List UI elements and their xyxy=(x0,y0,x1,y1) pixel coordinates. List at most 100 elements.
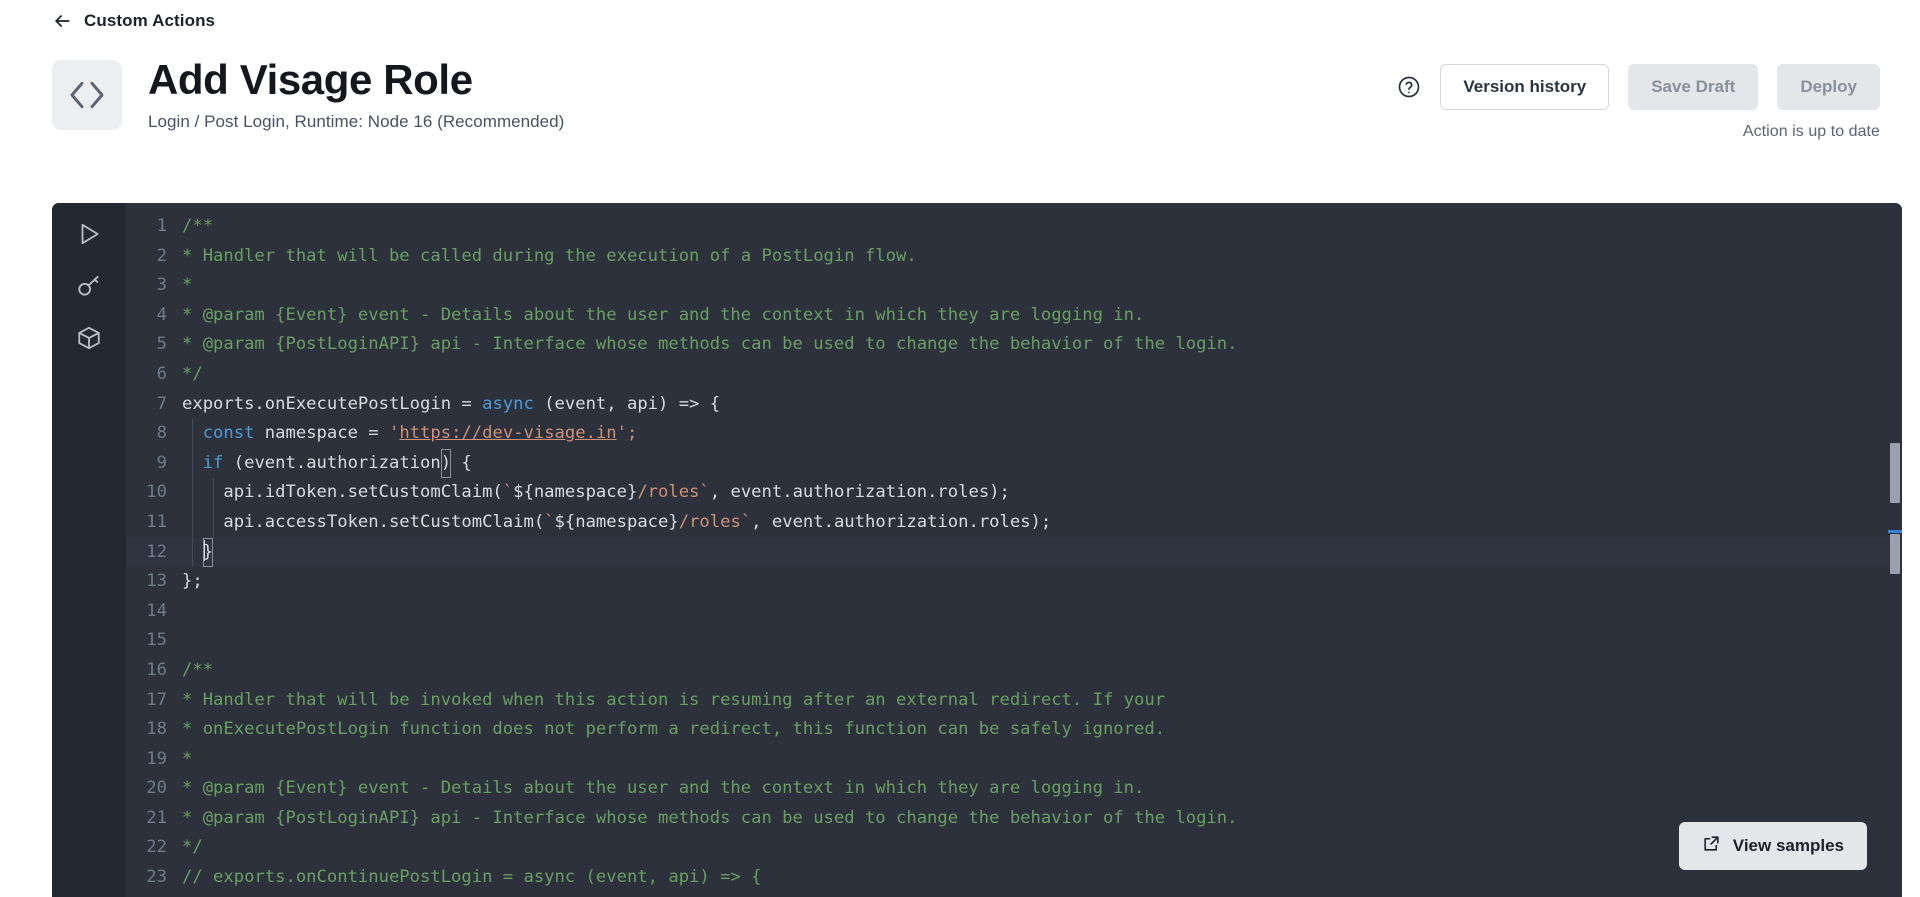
code-token: (event.authorization xyxy=(223,453,440,473)
code-line[interactable]: 11 api.accessToken.setCustomClaim(`${nam… xyxy=(126,508,1902,538)
code-line[interactable]: 22*/ xyxy=(126,833,1902,863)
code-line[interactable]: 20* @param {Event} event - Details about… xyxy=(126,774,1902,804)
breadcrumb[interactable]: Custom Actions xyxy=(0,0,1920,34)
code-token: ` xyxy=(544,512,554,532)
line-number: 23 xyxy=(126,863,182,893)
package-icon[interactable] xyxy=(76,325,102,351)
line-number: 18 xyxy=(126,715,182,745)
key-icon[interactable] xyxy=(76,273,102,299)
indent-guide xyxy=(192,478,193,508)
line-number: 14 xyxy=(126,597,182,627)
code-token: api.accessToken.setCustomClaim( xyxy=(182,512,544,532)
code-token: * Handler that will be invoked when this… xyxy=(182,690,1165,710)
scrollbar-thumb[interactable] xyxy=(1890,443,1900,503)
code-token: ` xyxy=(699,482,709,502)
code-text: */ xyxy=(182,360,203,390)
code-line[interactable]: 14 xyxy=(126,597,1902,627)
line-number: 15 xyxy=(126,626,182,656)
code-token: }; xyxy=(182,571,203,591)
code-line[interactable]: 5* @param {PostLoginAPI} api - Interface… xyxy=(126,330,1902,360)
code-text: * Handler that will be invoked when this… xyxy=(182,686,1165,716)
code-text: * @param {Event} event - Details about t… xyxy=(182,301,1144,331)
code-token: */ xyxy=(182,364,203,384)
page-subtitle: Login / Post Login, Runtime: Node 16 (Re… xyxy=(148,112,564,132)
view-samples-button[interactable]: View samples xyxy=(1679,822,1867,870)
code-text: */ xyxy=(182,833,203,863)
code-text: // exports.onContinuePostLogin = async (… xyxy=(182,863,761,893)
line-number: 4 xyxy=(126,301,182,331)
code-line[interactable]: 10 api.idToken.setCustomClaim(`${namespa… xyxy=(126,478,1902,508)
code-text: }; xyxy=(182,567,203,597)
code-token: */ xyxy=(182,837,203,857)
indent-guide xyxy=(192,449,193,479)
code-line[interactable]: 21* @param {PostLoginAPI} api - Interfac… xyxy=(126,804,1902,834)
code-token: , event.authorization.roles); xyxy=(710,482,1010,502)
code-text: /** xyxy=(182,656,213,686)
code-text: * @param {PostLoginAPI} api - Interface … xyxy=(182,804,1237,834)
version-history-button[interactable]: Version history xyxy=(1440,64,1609,110)
code-line[interactable]: 2* Handler that will be called during th… xyxy=(126,242,1902,272)
code-text: /** xyxy=(182,212,213,242)
code-line[interactable]: 6*/ xyxy=(126,360,1902,390)
code-token: /** xyxy=(182,660,213,680)
line-number: 13 xyxy=(126,567,182,597)
play-icon[interactable] xyxy=(76,221,102,247)
code-line[interactable]: 7exports.onExecutePostLogin = async (eve… xyxy=(126,390,1902,420)
code-text: if (event.authorization) { xyxy=(182,449,472,479)
url-link[interactable]: https://dev-visage.in xyxy=(399,423,616,443)
line-number: 17 xyxy=(126,686,182,716)
code-line[interactable]: 13}; xyxy=(126,567,1902,597)
editor-scrollbar[interactable] xyxy=(1888,203,1902,897)
code-line[interactable]: 4* @param {Event} event - Details about … xyxy=(126,301,1902,331)
editor-content[interactable]: 1/**2* Handler that will be called durin… xyxy=(126,203,1902,897)
code-line[interactable]: 15 xyxy=(126,626,1902,656)
code-line[interactable]: 23// exports.onContinuePostLogin = async… xyxy=(126,863,1902,893)
code-token: '; xyxy=(617,423,638,443)
code-text: * onExecutePostLogin function does not p… xyxy=(182,715,1165,745)
code-line[interactable]: 3* xyxy=(126,271,1902,301)
code-line[interactable]: 9 if (event.authorization) { xyxy=(126,449,1902,479)
line-number: 8 xyxy=(126,419,182,449)
code-token: api.idToken.setCustomClaim( xyxy=(182,482,503,502)
code-line[interactable]: 8 const namespace = 'https://dev-visage.… xyxy=(126,419,1902,449)
code-text: * xyxy=(182,745,192,775)
breadcrumb-label[interactable]: Custom Actions xyxy=(84,11,215,31)
code-line[interactable]: 16/** xyxy=(126,656,1902,686)
code-text: api.accessToken.setCustomClaim(`${namesp… xyxy=(182,508,1051,538)
code-lines[interactable]: 1/**2* Handler that will be called durin… xyxy=(126,203,1902,897)
code-text: const namespace = 'https://dev-visage.in… xyxy=(182,419,637,449)
arrow-left-icon[interactable] xyxy=(52,11,72,31)
editor-sidebar xyxy=(52,203,126,897)
page-header: Add Visage Role Login / Post Login, Runt… xyxy=(0,34,1920,141)
line-number: 22 xyxy=(126,833,182,863)
code-line[interactable]: 1/** xyxy=(126,212,1902,242)
line-number: 5 xyxy=(126,330,182,360)
title-block: Add Visage Role Login / Post Login, Runt… xyxy=(148,54,564,132)
code-line[interactable]: 18* onExecutePostLogin function does not… xyxy=(126,715,1902,745)
code-token: * @param {PostLoginAPI} api - Interface … xyxy=(182,334,1237,354)
code-token: async xyxy=(482,394,534,414)
save-draft-button[interactable]: Save Draft xyxy=(1628,64,1758,110)
cursor-position-marker xyxy=(1888,530,1902,533)
code-token: /** xyxy=(182,216,213,236)
bracket-match-highlight: ) xyxy=(441,449,451,479)
code-token: * @param {PostLoginAPI} api - Interface … xyxy=(182,808,1237,828)
line-number: 19 xyxy=(126,745,182,775)
code-token: // exports.onContinuePostLogin = async (… xyxy=(182,867,761,887)
help-circle-icon[interactable] xyxy=(1397,75,1421,99)
line-number: 11 xyxy=(126,508,182,538)
scrollbar-thumb-secondary[interactable] xyxy=(1890,534,1900,574)
line-number: 9 xyxy=(126,449,182,479)
line-number: 20 xyxy=(126,774,182,804)
code-line[interactable]: 19* xyxy=(126,745,1902,775)
code-token: (event, api) => { xyxy=(534,394,720,414)
line-number: 6 xyxy=(126,360,182,390)
deploy-button[interactable]: Deploy xyxy=(1777,64,1880,110)
code-line[interactable]: 12 } xyxy=(126,538,1902,568)
line-number: 10 xyxy=(126,478,182,508)
code-brackets-icon xyxy=(52,60,122,130)
code-token: , event.authorization.roles); xyxy=(751,512,1051,532)
code-token: ` xyxy=(503,482,513,502)
code-text: exports.onExecutePostLogin = async (even… xyxy=(182,390,720,420)
code-line[interactable]: 17* Handler that will be invoked when th… xyxy=(126,686,1902,716)
